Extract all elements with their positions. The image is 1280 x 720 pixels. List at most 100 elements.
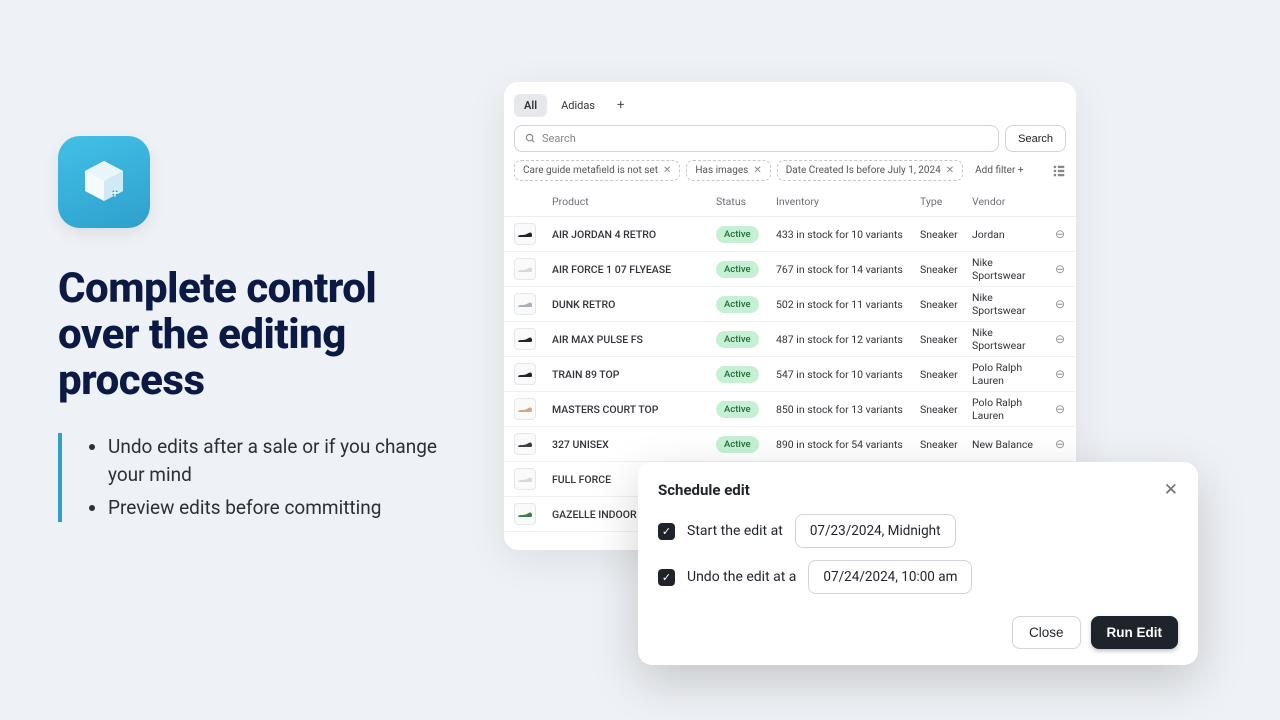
view-toggle[interactable] bbox=[1052, 164, 1066, 178]
product-name: TRAIN 89 TOP bbox=[552, 368, 716, 381]
close-icon[interactable]: ✕ bbox=[946, 165, 954, 176]
type-cell: Sneaker bbox=[920, 298, 972, 311]
table-row[interactable]: AIR MAX PULSE FSActive487 in stock for 1… bbox=[504, 322, 1076, 357]
shoe-icon bbox=[517, 334, 533, 344]
status-badge: Active bbox=[716, 296, 759, 313]
vendor-cell: Jordan bbox=[972, 228, 1046, 241]
row-action-icon[interactable]: ⊖ bbox=[1046, 227, 1074, 241]
run-edit-button[interactable]: Run Edit bbox=[1091, 616, 1179, 649]
tabs: All Adidas + bbox=[504, 94, 1076, 125]
search-placeholder: Search bbox=[542, 132, 576, 145]
row-action-icon[interactable]: ⊖ bbox=[1046, 332, 1074, 346]
row-action-icon[interactable]: ⊖ bbox=[1046, 262, 1074, 276]
product-name: DUNK RETRO bbox=[552, 298, 716, 311]
shoe-icon bbox=[517, 474, 533, 484]
shoe-icon bbox=[517, 369, 533, 379]
shoe-icon bbox=[517, 299, 533, 309]
col-inventory: Inventory bbox=[776, 195, 920, 208]
type-cell: Sneaker bbox=[920, 228, 972, 241]
product-thumbnail bbox=[514, 223, 536, 245]
shoe-icon bbox=[517, 404, 533, 414]
bullets-container: Undo edits after a sale or if you change… bbox=[58, 433, 438, 523]
col-status: Status bbox=[716, 195, 776, 208]
col-product: Product bbox=[552, 195, 716, 208]
table-row[interactable]: DUNK RETROActive 502 in stock for 11 vari… bbox=[504, 287, 1076, 322]
table-row[interactable]: 327 UNISEXActive 890 in stock for 54 vari… bbox=[504, 427, 1076, 462]
vendor-cell: Polo Ralph Lauren bbox=[972, 396, 1046, 422]
shoe-icon bbox=[517, 264, 533, 274]
type-cell: Sneaker bbox=[920, 333, 972, 346]
product-name: 327 UNISEX bbox=[552, 438, 716, 451]
status-badge: Active bbox=[716, 436, 759, 453]
table-row[interactable]: AIR FORCE 1 07 FLYEASEActive767 in stock… bbox=[504, 252, 1076, 287]
marketing-panel: Complete control over the editing proces… bbox=[58, 136, 438, 526]
product-thumbnail bbox=[514, 398, 536, 420]
app-icon bbox=[58, 136, 150, 228]
vendor-cell: New Balance bbox=[972, 438, 1046, 451]
filter-chip[interactable]: Has images ✕ bbox=[686, 160, 770, 181]
type-cell: Sneaker bbox=[920, 368, 972, 381]
filter-chip[interactable]: Care guide metafield is not set ✕ bbox=[514, 160, 680, 181]
close-button[interactable]: Close bbox=[1012, 616, 1081, 649]
vendor-cell: Nike Sportswear bbox=[972, 326, 1046, 352]
shoe-icon bbox=[517, 509, 533, 519]
start-checkbox[interactable]: ✓ bbox=[658, 523, 675, 540]
vendor-cell: Nike Sportswear bbox=[972, 291, 1046, 317]
type-cell: Sneaker bbox=[920, 263, 972, 276]
status-badge: Active bbox=[716, 261, 759, 278]
type-cell: Sneaker bbox=[920, 403, 972, 416]
close-icon[interactable]: ✕ bbox=[663, 165, 671, 176]
status-badge: Active bbox=[716, 401, 759, 418]
undo-date-input[interactable]: 07/24/2024, 10:00 am bbox=[808, 560, 972, 594]
row-action-icon[interactable]: ⊖ bbox=[1046, 437, 1074, 451]
inventory-cell: 487 in stock for 12 variants bbox=[776, 333, 920, 346]
row-action-icon[interactable]: ⊖ bbox=[1046, 297, 1074, 311]
search-button[interactable]: Search bbox=[1005, 125, 1066, 152]
type-cell: Sneaker bbox=[920, 438, 972, 451]
inventory-cell: 547 in stock for 10 variants bbox=[776, 368, 920, 381]
inventory-cell: 502 in stock for 11 variants bbox=[776, 298, 920, 311]
inventory-cell: 767 in stock for 14 variants bbox=[776, 263, 920, 276]
inventory-cell: 850 in stock for 13 variants bbox=[776, 403, 920, 416]
filter-chip-label: Care guide metafield is not set bbox=[523, 165, 658, 176]
product-thumbnail bbox=[514, 363, 536, 385]
close-icon[interactable]: ✕ bbox=[753, 165, 761, 176]
table-row[interactable]: TRAIN 89 TOPActive547 in stock for 10 va… bbox=[504, 357, 1076, 392]
product-thumbnail bbox=[514, 433, 536, 455]
bullet-item: Undo edits after a sale or if you change… bbox=[108, 433, 438, 490]
vendor-cell: Polo Ralph Lauren bbox=[972, 361, 1046, 387]
table-header: Product Status Inventory Type Vendor bbox=[504, 187, 1076, 217]
table-row[interactable]: MASTERS COURT TOPActive 850 in stock for … bbox=[504, 392, 1076, 427]
product-thumbnail bbox=[514, 328, 536, 350]
product-name: AIR JORDAN 4 RETRO bbox=[552, 228, 716, 241]
filter-chip-label: Has images bbox=[695, 165, 748, 176]
tab-all[interactable]: All bbox=[514, 94, 547, 117]
product-name: MASTERS COURT TOP bbox=[552, 403, 716, 416]
add-tab-button[interactable]: + bbox=[609, 94, 632, 117]
add-filter-button[interactable]: Add filter + bbox=[969, 161, 1029, 180]
status-badge: Active bbox=[716, 331, 759, 348]
tab-adidas[interactable]: Adidas bbox=[551, 94, 605, 117]
shoe-icon bbox=[517, 229, 533, 239]
product-thumbnail bbox=[514, 258, 536, 280]
col-type: Type bbox=[920, 195, 972, 208]
filter-chip[interactable]: Date Created Is before July 1, 2024 ✕ bbox=[777, 160, 963, 181]
start-label: Start the edit at bbox=[687, 523, 783, 539]
product-thumbnail bbox=[514, 468, 536, 490]
row-action-icon[interactable]: ⊖ bbox=[1046, 367, 1074, 381]
undo-checkbox[interactable]: ✓ bbox=[658, 569, 675, 586]
search-input[interactable]: Search bbox=[514, 125, 999, 152]
modal-title: Schedule edit bbox=[658, 481, 750, 499]
col-vendor: Vendor bbox=[972, 195, 1046, 208]
close-icon[interactable]: ✕ bbox=[1164, 480, 1178, 500]
inventory-cell: 890 in stock for 54 variants bbox=[776, 438, 920, 451]
start-date-input[interactable]: 07/23/2024, Midnight bbox=[795, 514, 956, 548]
grid-icon bbox=[1052, 164, 1066, 178]
search-icon bbox=[525, 133, 536, 144]
shoe-icon bbox=[517, 439, 533, 449]
product-thumbnail bbox=[514, 293, 536, 315]
row-action-icon[interactable]: ⊖ bbox=[1046, 402, 1074, 416]
status-badge: Active bbox=[716, 226, 759, 243]
filter-chip-label: Date Created Is before July 1, 2024 bbox=[786, 165, 941, 176]
table-row[interactable]: AIR JORDAN 4 RETROActive433 in stock for… bbox=[504, 217, 1076, 252]
